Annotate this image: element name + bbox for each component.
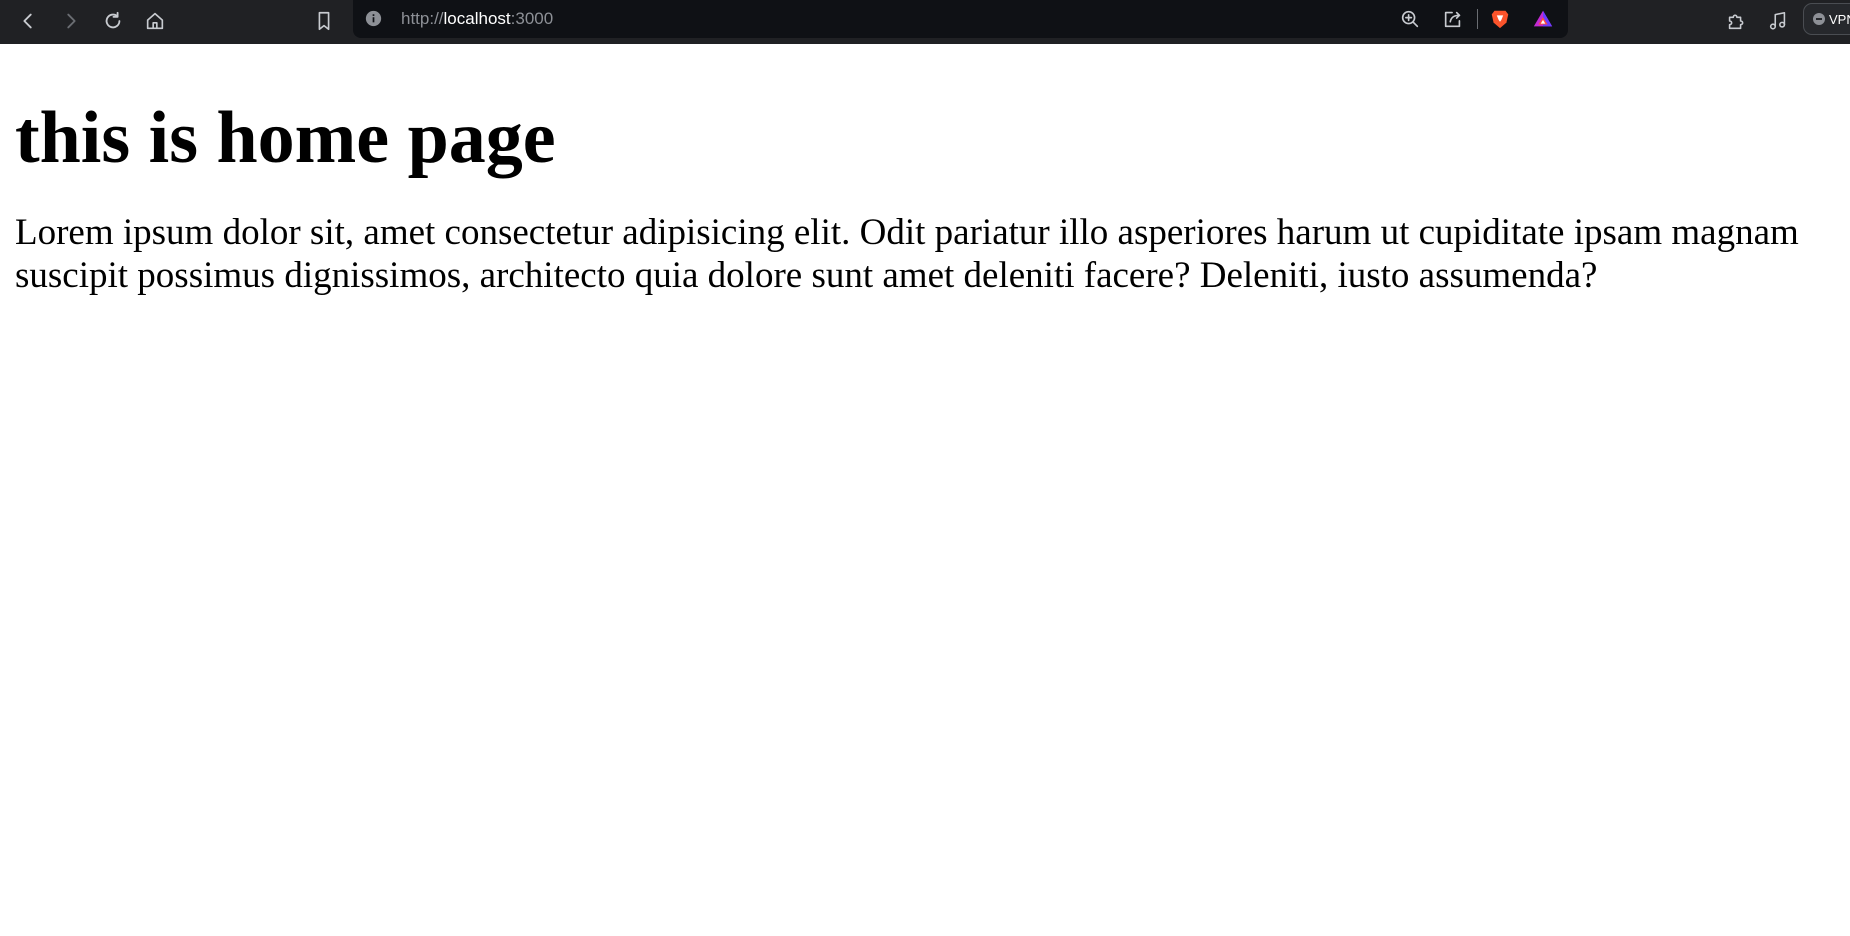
vpn-button[interactable]: VPN — [1803, 3, 1850, 35]
browser-toolbar: http://localhost:3000 VPN — [0, 0, 1850, 44]
page-content: this is home page Lorem ipsum dolor sit,… — [15, 44, 1835, 297]
page-heading: this is home page — [15, 97, 556, 179]
reload-icon[interactable] — [97, 5, 129, 37]
toolbar-separator — [1477, 9, 1478, 29]
url-port: :3000 — [510, 9, 554, 28]
vpn-status-icon — [1813, 13, 1825, 25]
url-text[interactable]: http://localhost:3000 — [401, 0, 553, 38]
bookmark-icon[interactable] — [308, 5, 340, 37]
url-host: localhost — [443, 9, 511, 28]
brave-rewards-icon[interactable] — [1529, 5, 1557, 33]
share-icon[interactable] — [1439, 5, 1467, 33]
info-icon[interactable] — [365, 10, 382, 27]
url-scheme: http:// — [401, 9, 444, 28]
address-bar[interactable]: http://localhost:3000 — [353, 0, 1568, 38]
vpn-label: VPN — [1829, 11, 1850, 27]
media-icon[interactable] — [1762, 5, 1794, 37]
forward-icon[interactable] — [55, 5, 87, 37]
extensions-icon[interactable] — [1720, 5, 1752, 37]
zoom-icon[interactable] — [1396, 5, 1424, 33]
brave-shields-icon[interactable] — [1486, 5, 1514, 33]
page-paragraph: Lorem ipsum dolor sit, amet consectetur … — [15, 212, 1799, 297]
back-icon[interactable] — [12, 5, 44, 37]
home-icon[interactable] — [139, 5, 171, 37]
